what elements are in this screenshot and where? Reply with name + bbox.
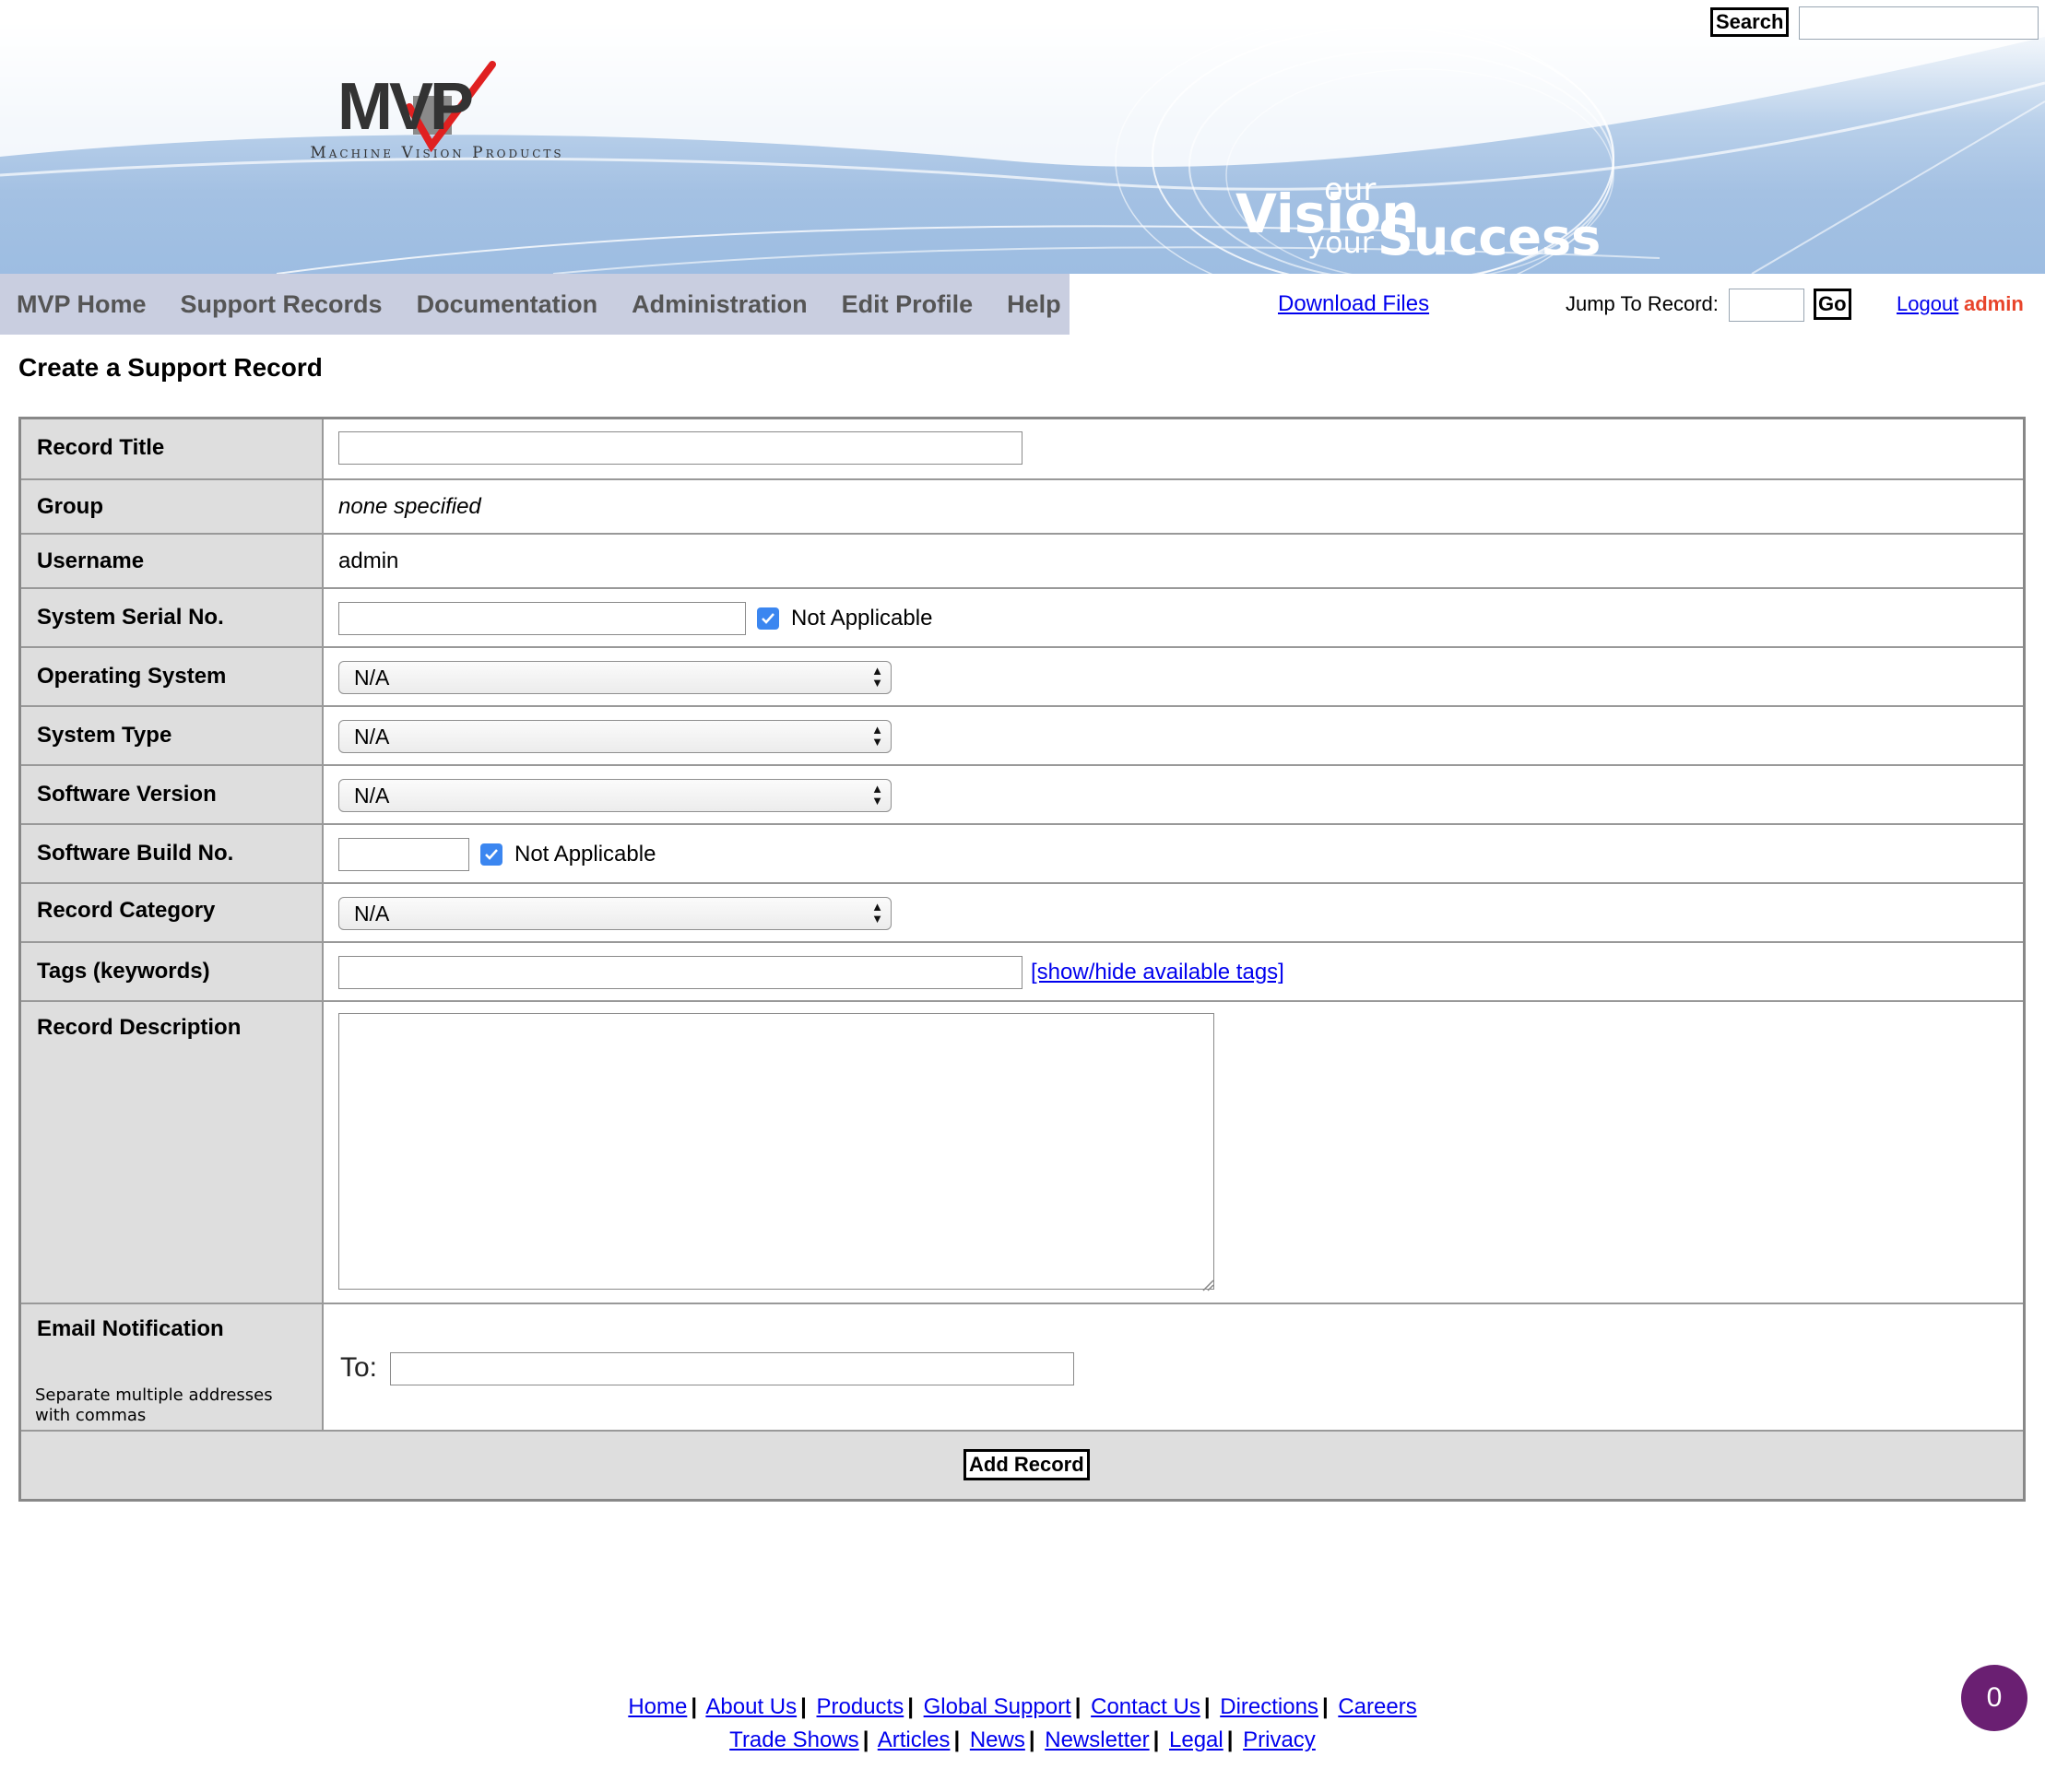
page-title: Create a Support Record <box>18 353 323 382</box>
email-to-label: To: <box>340 1352 378 1383</box>
record-title-input[interactable] <box>338 431 1022 465</box>
row-software-version: Software Version N/A ▲ ▼ <box>21 766 2023 825</box>
search-input[interactable] <box>1799 6 2039 40</box>
mvp-logo[interactable]: MVP Machine Vision Products <box>291 57 583 168</box>
operating-system-selected: N/A <box>354 666 390 690</box>
chat-badge-button[interactable]: 0 <box>1961 1665 2027 1731</box>
footer-link-news[interactable]: News <box>970 1727 1025 1752</box>
logout-link[interactable]: Logout <box>1897 292 1958 316</box>
footer-link-home[interactable]: Home <box>628 1694 687 1719</box>
nav-support-records[interactable]: Support Records <box>181 290 383 319</box>
record-category-select[interactable]: N/A ▲ ▼ <box>338 897 892 930</box>
checkmark-icon <box>485 849 498 860</box>
footer-link-articles[interactable]: Articles <box>878 1727 951 1752</box>
footer-link-global-support[interactable]: Global Support <box>924 1694 1071 1719</box>
footer-link-careers[interactable]: Careers <box>1338 1694 1416 1719</box>
software-version-select[interactable]: N/A ▲ ▼ <box>338 779 892 812</box>
logo-subtitle: Machine Vision Products <box>310 144 564 162</box>
footer-link-contact-us[interactable]: Contact Us <box>1091 1694 1200 1719</box>
label-email-notification: Email Notification <box>37 1316 224 1341</box>
row-system-serial: System Serial No. Not Applicable <box>21 589 2023 648</box>
footer-links-row-2: Trade Shows | Articles | News | Newsletter |… <box>729 1727 1316 1752</box>
label-username: Username <box>37 548 145 573</box>
nav-mvp-home[interactable]: MVP Home <box>17 290 147 319</box>
serial-not-applicable-checkbox[interactable] <box>757 607 779 630</box>
tagline-your: your <box>1307 225 1374 260</box>
checkmark-icon <box>762 613 774 624</box>
jump-to-record-input[interactable] <box>1729 289 1804 322</box>
build-not-applicable-label: Not Applicable <box>514 842 656 867</box>
software-build-input[interactable] <box>338 838 469 871</box>
logo-letters: MVP <box>337 70 474 144</box>
select-arrows-icon: ▲ ▼ <box>871 900 883 925</box>
submit-row: Add Record <box>21 1432 2023 1499</box>
label-record-title: Record Title <box>37 435 165 460</box>
footer-link-privacy[interactable]: Privacy <box>1243 1727 1316 1752</box>
row-record-description: Record Description <box>21 1002 2023 1304</box>
search-button[interactable]: Search <box>1710 7 1790 37</box>
go-button[interactable]: Go <box>1814 289 1851 320</box>
resize-handle-icon[interactable] <box>1201 1279 1214 1291</box>
footer-link-legal[interactable]: Legal <box>1169 1727 1223 1752</box>
email-to-input[interactable] <box>390 1352 1074 1385</box>
group-value: none specified <box>338 494 481 519</box>
footer-link-products[interactable]: Products <box>817 1694 904 1719</box>
system-type-select[interactable]: N/A ▲ ▼ <box>338 720 892 753</box>
label-system-serial: System Serial No. <box>37 605 224 630</box>
tags-input[interactable] <box>338 956 1022 989</box>
nav-documentation[interactable]: Documentation <box>417 290 598 319</box>
record-category-selected: N/A <box>354 902 390 925</box>
label-group: Group <box>37 494 103 519</box>
select-arrows-icon: ▲ ▼ <box>871 782 883 808</box>
row-record-category: Record Category N/A ▲ ▼ <box>21 884 2023 943</box>
software-version-selected: N/A <box>354 784 390 808</box>
support-record-form: Record Title Group none specified Userna… <box>18 417 2026 1502</box>
tagline-success: Success <box>1377 208 1602 266</box>
row-operating-system: Operating System N/A ▲ ▼ <box>21 648 2023 707</box>
system-serial-input[interactable] <box>338 602 746 635</box>
row-group: Group none specified <box>21 480 2023 535</box>
header-banner: MVP Machine Vision Products our Vision y… <box>0 0 2045 274</box>
row-record-title: Record Title <box>21 419 2023 480</box>
system-type-selected: N/A <box>354 725 390 749</box>
build-not-applicable-checkbox[interactable] <box>480 843 502 866</box>
username-value: admin <box>338 548 399 573</box>
nav-help[interactable]: Help <box>1007 290 1061 319</box>
serial-not-applicable-label: Not Applicable <box>791 606 933 631</box>
footer-links-row-1: Home | About Us | Products | Global Support… <box>628 1694 1417 1719</box>
record-description-textarea[interactable] <box>338 1013 1214 1290</box>
footer-link-directions[interactable]: Directions <box>1220 1694 1318 1719</box>
row-tags: Tags (keywords) [show/hide available tag… <box>21 943 2023 1002</box>
footer-link-trade-shows[interactable]: Trade Shows <box>729 1727 859 1752</box>
label-record-category: Record Category <box>37 898 216 923</box>
select-arrows-icon: ▲ ▼ <box>871 664 883 690</box>
label-operating-system: Operating System <box>37 664 227 689</box>
nav-administration[interactable]: Administration <box>632 290 808 319</box>
current-user: admin <box>1964 292 2024 315</box>
row-username: Username admin <box>21 535 2023 589</box>
row-software-build: Software Build No. Not Applicable <box>21 825 2023 884</box>
label-software-build: Software Build No. <box>37 841 234 866</box>
email-hint: Separate multiple addresses with commas <box>35 1385 273 1425</box>
select-arrows-icon: ▲ ▼ <box>871 723 883 749</box>
footer-link-newsletter[interactable]: Newsletter <box>1045 1727 1149 1752</box>
jump-to-record-label: Jump To Record: <box>1566 292 1719 315</box>
label-software-version: Software Version <box>37 782 217 807</box>
main-nav: MVP Home Support Records Documentation A… <box>0 274 1070 335</box>
add-record-button[interactable]: Add Record <box>963 1449 1090 1480</box>
label-record-description: Record Description <box>37 1015 242 1040</box>
download-files-link[interactable]: Download Files <box>1278 291 1429 317</box>
nav-edit-profile[interactable]: Edit Profile <box>842 290 974 319</box>
row-system-type: System Type N/A ▲ ▼ <box>21 707 2023 766</box>
operating-system-select[interactable]: N/A ▲ ▼ <box>338 661 892 694</box>
row-email-notification: Email Notification Separate multiple add… <box>21 1304 2023 1432</box>
label-tags: Tags (keywords) <box>37 959 210 984</box>
toggle-available-tags-link[interactable]: [show/hide available tags] <box>1031 960 1284 985</box>
label-system-type: System Type <box>37 723 172 748</box>
footer-link-about-us[interactable]: About Us <box>705 1694 797 1719</box>
